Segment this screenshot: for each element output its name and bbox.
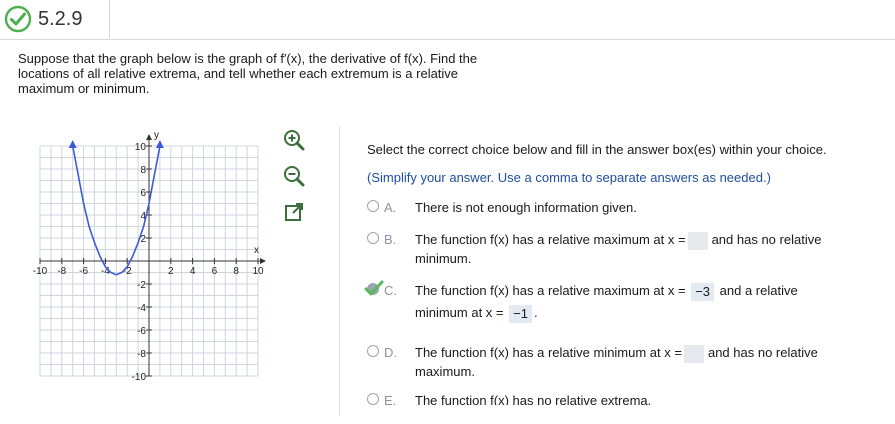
radio-d[interactable]	[367, 345, 379, 357]
question-header: 5.2.9	[0, 0, 895, 40]
y-tick-label: -4	[137, 303, 146, 314]
panel-divider	[339, 126, 340, 416]
choice-text-pre2: minimum at x =	[415, 305, 504, 320]
radio-a[interactable]	[367, 200, 379, 212]
choice-text-post2: .	[533, 305, 538, 320]
prompt-line-2: locations of all relative extrema, and t…	[18, 66, 459, 81]
prompt-line-1: Suppose that the graph below is the grap…	[18, 51, 478, 66]
curve-arrow-right	[155, 140, 164, 148]
question-prompt: Suppose that the graph below is the grap…	[18, 51, 578, 96]
instruction-text: Select the correct choice below and fill…	[367, 142, 827, 157]
choice-letter: C.	[384, 283, 397, 298]
question-number: 5.2.9	[38, 8, 83, 30]
x-tick-label: 10	[252, 266, 264, 277]
answer-box-c-2[interactable]: −1	[509, 304, 532, 323]
x-tick-label: -8	[57, 266, 66, 277]
choice-letter: A.	[384, 200, 397, 215]
x-tick-label: 8	[233, 266, 239, 277]
radio-e[interactable]	[367, 393, 379, 405]
y-axis-label: y	[154, 130, 159, 141]
choice-text-post: and a relative	[719, 283, 798, 298]
question-number-box: 5.2.9	[0, 0, 110, 38]
y-tick-label: 8	[140, 165, 146, 176]
derivative-graph: -10 -8 -6 -4 -2 2 4 6 8 10108642-2-4-6-8-10xy	[33, 130, 266, 383]
graph-tools	[282, 124, 306, 224]
curve-arrow-left	[68, 140, 77, 148]
zoom-in-icon[interactable]	[282, 128, 306, 152]
y-tick-label: -10	[132, 372, 147, 383]
choice-letter: D.	[384, 345, 397, 360]
selected-check-icon	[364, 280, 384, 296]
choice-text-pre: The function f(x) has a relative maximum…	[415, 283, 686, 298]
y-tick-label: -8	[137, 349, 146, 360]
choice-text: The function f(x) has a relative maximum…	[415, 281, 798, 301]
choice-text: The function f(x) has no relative extrem…	[415, 393, 652, 405]
y-tick-label: 6	[140, 188, 146, 199]
choice-text-line2: minimum at x = −1.	[415, 303, 538, 323]
radio-b[interactable]	[367, 232, 379, 244]
zoom-out-icon[interactable]	[282, 164, 306, 188]
x-tick-label: -10	[33, 266, 48, 277]
answer-box-c-1[interactable]: −3	[691, 282, 715, 301]
y-tick-label: -6	[137, 326, 146, 337]
x-tick-label: -6	[79, 266, 88, 277]
y-tick-label: 2	[140, 234, 146, 245]
choice-text-line2: minimum.	[415, 251, 472, 266]
check-circle-icon	[4, 5, 32, 33]
x-tick-label: 6	[212, 266, 218, 277]
choice-text: The function f(x) has a relative maximum…	[415, 230, 821, 250]
choice-text-post: and has no relative	[711, 232, 822, 247]
y-tick-label: 10	[135, 142, 147, 153]
y-axis-arrow	[146, 134, 152, 140]
x-tick-label: 2	[168, 266, 174, 277]
x-axis-arrow	[260, 258, 266, 264]
x-tick-label: 4	[190, 266, 196, 277]
choice-text-pre: The function f(x) has a relative maximum…	[415, 232, 686, 247]
choice-text-line2: maximum.	[415, 364, 475, 379]
answer-box-d[interactable]	[683, 344, 704, 363]
answer-box-b[interactable]	[687, 231, 708, 250]
choice-text: The function f(x) has a relative minimum…	[415, 343, 818, 363]
x-axis-label: x	[254, 245, 259, 256]
choice-text-post: and has no relative	[707, 345, 818, 360]
prompt-line-3: maximum or minimum.	[18, 81, 150, 96]
choice-letter: E.	[384, 393, 397, 405]
choice-text: There is not enough information given.	[415, 200, 637, 215]
choice-letter: B.	[384, 232, 397, 247]
choice-text-pre: The function f(x) has a relative minimum…	[415, 345, 682, 360]
choice-e-clip: E. The function f(x) has no relative ext…	[367, 391, 697, 405]
y-tick-label: -2	[137, 280, 146, 291]
popout-icon[interactable]	[282, 200, 306, 224]
hint-text: (Simplify your answer. Use a comma to se…	[367, 170, 771, 185]
